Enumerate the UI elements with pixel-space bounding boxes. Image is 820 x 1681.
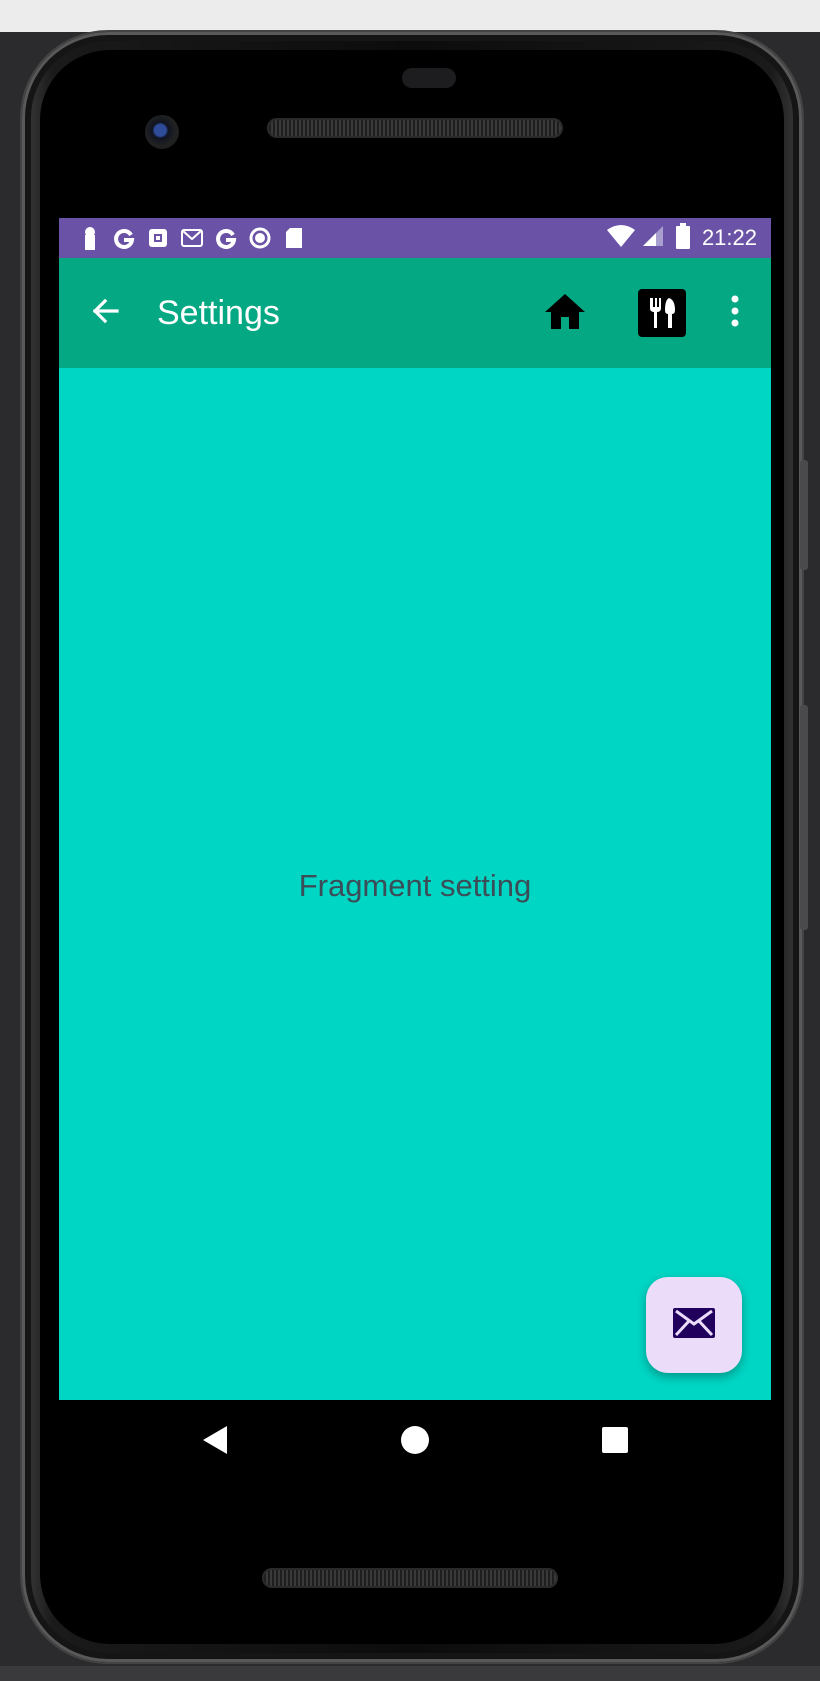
- nav-home-button[interactable]: [365, 1400, 465, 1484]
- volume-button: [800, 460, 808, 570]
- system-status-icons: 21:22: [606, 218, 771, 258]
- home-circle-icon: [400, 1425, 430, 1460]
- status-time: 21:22: [701, 225, 757, 250]
- app-bar: Settings: [59, 258, 771, 368]
- nav-recents-button[interactable]: [565, 1400, 665, 1484]
- battery-icon: [675, 222, 690, 254]
- nav-back-button[interactable]: [165, 1400, 265, 1484]
- fragment-content: Fragment setting: [59, 368, 771, 1400]
- cellular-signal-icon: [642, 225, 664, 252]
- bottom-speaker: [262, 1568, 558, 1588]
- wifi-icon: [606, 224, 636, 253]
- restaurant-button[interactable]: [627, 258, 697, 368]
- record-icon: [249, 226, 271, 250]
- device-screen: 21:22 Settings Fragment setting: [59, 218, 771, 1400]
- gmail-icon: [181, 226, 203, 250]
- page-title: Settings: [157, 293, 280, 332]
- fragment-label: Fragment setting: [298, 868, 532, 903]
- overflow-menu-button[interactable]: [707, 258, 763, 368]
- back-button[interactable]: [80, 288, 130, 338]
- front-camera-icon: [145, 115, 179, 149]
- google-g-icon: [215, 226, 237, 250]
- sd-card-icon: [283, 226, 305, 250]
- home-icon: [544, 292, 586, 335]
- email-icon: [673, 1307, 715, 1343]
- power-button: [800, 705, 808, 930]
- recents-square-icon: [601, 1426, 629, 1459]
- home-button[interactable]: [530, 258, 600, 368]
- arrow-back-icon: [90, 296, 120, 331]
- keyhole-icon: [79, 226, 101, 250]
- app-notification-icon: [147, 226, 169, 250]
- back-triangle-icon: [202, 1425, 228, 1460]
- notification-icons: [59, 218, 305, 258]
- system-nav-bar: [59, 1400, 771, 1484]
- earpiece-speaker: [267, 118, 563, 138]
- window-top-strip: [0, 0, 820, 32]
- more-vert-icon: [730, 295, 740, 332]
- google-g-icon: [113, 226, 135, 250]
- window-bottom-strip: [0, 1666, 820, 1681]
- email-fab[interactable]: [646, 1277, 742, 1373]
- status-bar: 21:22: [59, 218, 771, 258]
- restaurant-icon: [638, 289, 686, 337]
- proximity-sensor: [402, 68, 456, 88]
- app-bar-actions: [530, 258, 771, 368]
